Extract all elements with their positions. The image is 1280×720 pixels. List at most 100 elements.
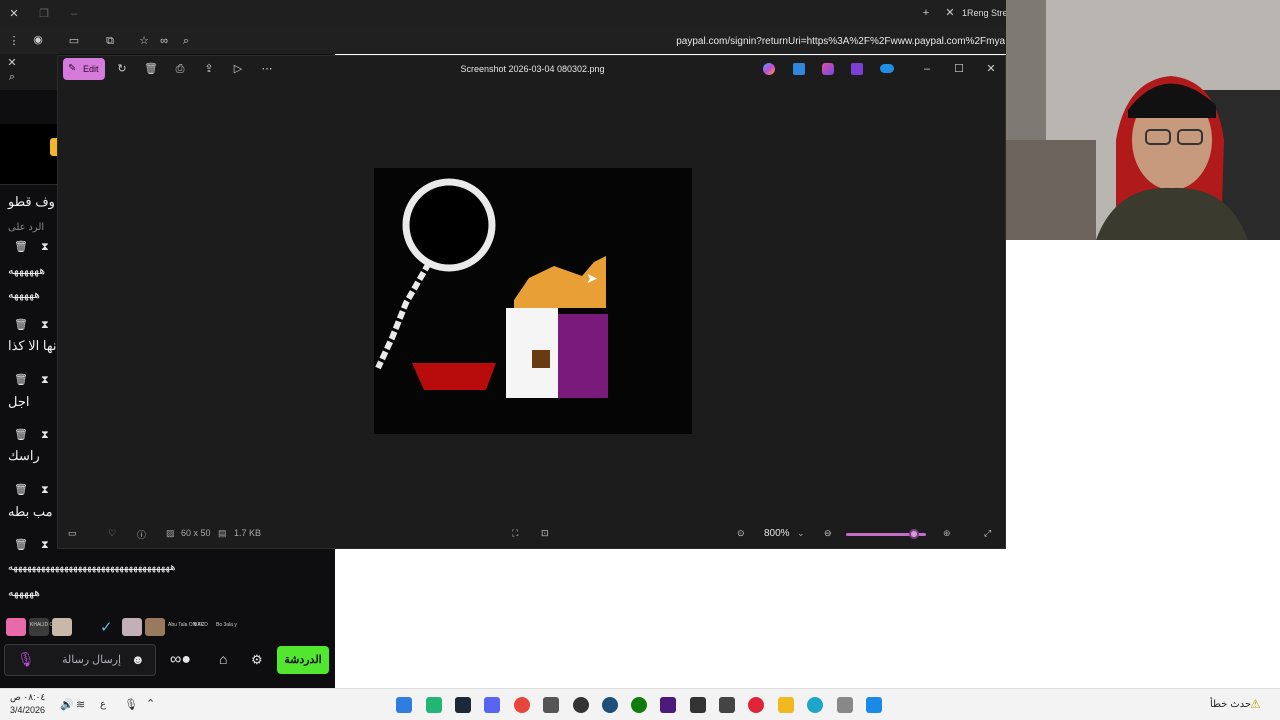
video-icon[interactable]	[851, 63, 863, 75]
wifi-icon[interactable]: ≋	[76, 698, 85, 711]
mod-actions[interactable]: 🗑⧗	[14, 240, 62, 254]
minimize-icon[interactable]: –	[66, 7, 82, 21]
actual-size-icon[interactable]: ⊡	[541, 528, 549, 539]
address-bar[interactable]: paypal.com/signin?returnUri=https%3A%2F%…	[620, 36, 1005, 50]
chat-message: راسك	[8, 448, 40, 463]
glasses-icon[interactable]: ∞	[156, 34, 172, 48]
reply-hint[interactable]: الرد على	[8, 222, 44, 233]
info-icon[interactable]: ⓘ	[137, 528, 146, 541]
chat-message: وف قطو	[8, 194, 55, 209]
language-indicator[interactable]: ع	[100, 699, 106, 710]
filmstrip-icon[interactable]: ▭	[68, 528, 77, 539]
designer-icon[interactable]	[793, 63, 805, 75]
error-notice[interactable]: حدث خطأ	[1210, 699, 1251, 710]
webcam-overlay	[1006, 0, 1280, 240]
app3-icon[interactable]	[748, 697, 764, 713]
capcut-icon[interactable]	[690, 697, 706, 713]
windows-start-icon[interactable]	[866, 697, 882, 713]
chat-message: هههههه	[8, 587, 40, 599]
settings-icon[interactable]: ⚙	[251, 652, 263, 668]
app-icon[interactable]	[602, 697, 618, 713]
pixel-art-image	[374, 168, 692, 434]
warning-icon[interactable]: ⚠	[1250, 697, 1261, 711]
zoom-value[interactable]: 800%	[764, 528, 790, 539]
xbox-icon[interactable]	[631, 697, 647, 713]
window-close-icon[interactable]: ✕	[983, 62, 999, 76]
settings-app-icon[interactable]	[543, 697, 559, 713]
favorite-icon[interactable]: ♡	[108, 528, 116, 539]
emote-dark[interactable]	[76, 618, 96, 636]
emote-check-icon[interactable]: ✓	[100, 618, 113, 636]
emote-label: BACD	[194, 622, 208, 628]
store-icon[interactable]: ⌂	[219, 651, 227, 667]
chat-message: ههههههه	[8, 265, 46, 277]
browser-titlebar: ✕ ❐ – + ✕ 1Reng Strea	[0, 0, 1010, 28]
window-maximize-icon[interactable]: ☐	[951, 62, 967, 76]
mod-actions[interactable]: 🗑⧗	[14, 373, 62, 387]
zoom-out-icon[interactable]: ⊖	[824, 528, 832, 539]
steam-icon[interactable]	[455, 697, 471, 713]
microphone-icon[interactable]: 🎙	[17, 651, 35, 668]
new-tab-icon[interactable]: +	[918, 6, 934, 20]
close-icon[interactable]: ✕	[6, 7, 22, 21]
search-icon[interactable]: ⌕	[4, 70, 20, 84]
mod-actions[interactable]: 🗑⧗	[14, 428, 62, 442]
chevron-down-icon[interactable]: ⌄	[797, 528, 805, 539]
emote-person[interactable]	[145, 618, 165, 636]
emoji-icon[interactable]: ☻	[131, 652, 145, 667]
next-app-icon[interactable]	[660, 697, 676, 713]
app2-icon[interactable]	[719, 697, 735, 713]
image-canvas[interactable]: ➤	[374, 168, 692, 434]
emote-cat[interactable]	[122, 618, 142, 636]
emote-face[interactable]	[52, 618, 72, 636]
cast-icon[interactable]: ▭	[66, 34, 82, 48]
file-explorer-icon[interactable]	[778, 697, 794, 713]
mod-actions[interactable]: 🗑⧗	[14, 318, 62, 332]
clipchamp-icon[interactable]	[822, 63, 834, 75]
bits-icon[interactable]: ∞●	[170, 651, 191, 669]
emote-heart[interactable]	[6, 618, 26, 636]
edge-icon[interactable]	[807, 697, 823, 713]
chat-message: هههههههههههههههههههههههههههههههههههه	[8, 562, 176, 573]
extension-icon[interactable]: ◉	[30, 33, 46, 47]
chat-message: نها الا كذا	[8, 338, 57, 353]
onedrive-icon[interactable]	[880, 64, 894, 73]
fullscreen-icon[interactable]: ⤢	[984, 528, 991, 539]
chrome-icon[interactable]	[514, 697, 530, 713]
mod-actions[interactable]: 🗑⧗	[14, 538, 62, 552]
chat-message: هههههه	[8, 289, 40, 301]
close-icon[interactable]: ✕	[4, 56, 20, 70]
whatsapp-icon[interactable]	[426, 697, 442, 713]
purple-block	[558, 314, 608, 398]
star-icon[interactable]: ☆	[136, 34, 152, 48]
window-pixel	[532, 350, 550, 368]
tab-title[interactable]: 1Reng Strea	[962, 8, 1008, 18]
copilot-icon[interactable]	[763, 63, 775, 75]
volume-icon[interactable]: 🔊	[60, 698, 74, 711]
chat-send-button[interactable]: الدردشة	[277, 646, 329, 674]
window-minimize-icon[interactable]: –	[919, 62, 935, 76]
zoom-icon[interactable]: ⌕	[178, 34, 194, 48]
cursor-icon: ➤	[586, 270, 598, 286]
chat-input-placeholder: إرسال رسالة	[62, 654, 122, 666]
viewer-bottom-bar: ▭ ♡ ⓘ ▨ 60 x 50 ▤ 1.7 KB ⛶ ⊡ ⊙ 800% ⌄ ⊖ …	[58, 518, 1007, 550]
screenshot-icon[interactable]: ⊙	[737, 528, 745, 539]
zoom-slider-thumb[interactable]	[909, 529, 919, 539]
fit-icon[interactable]: ⛶	[512, 528, 518, 539]
restore-icon[interactable]: ❐	[36, 7, 52, 21]
app4-icon[interactable]	[837, 697, 853, 713]
chevron-up-icon[interactable]: ⌃	[146, 697, 155, 710]
obs-icon[interactable]	[573, 697, 589, 713]
menu-icon[interactable]: ⋮	[6, 34, 22, 48]
banner-accent	[50, 138, 57, 156]
mic-icon[interactable]: 🎙	[124, 698, 138, 711]
snipping-app-icon[interactable]	[396, 697, 412, 713]
clock-time[interactable]: ٠٨:٠٤ ص	[10, 692, 45, 703]
mod-actions[interactable]: 🗑⧗	[14, 483, 62, 497]
tab-close-icon[interactable]: ✕	[942, 6, 958, 20]
discord-icon[interactable]	[484, 697, 500, 713]
clock-date[interactable]: 3/4/2026	[10, 705, 45, 715]
chat-header: ✕ ⌕	[0, 54, 57, 90]
puzzle-icon[interactable]: ⧉	[102, 34, 118, 48]
zoom-in-icon[interactable]: ⊕	[943, 528, 951, 539]
